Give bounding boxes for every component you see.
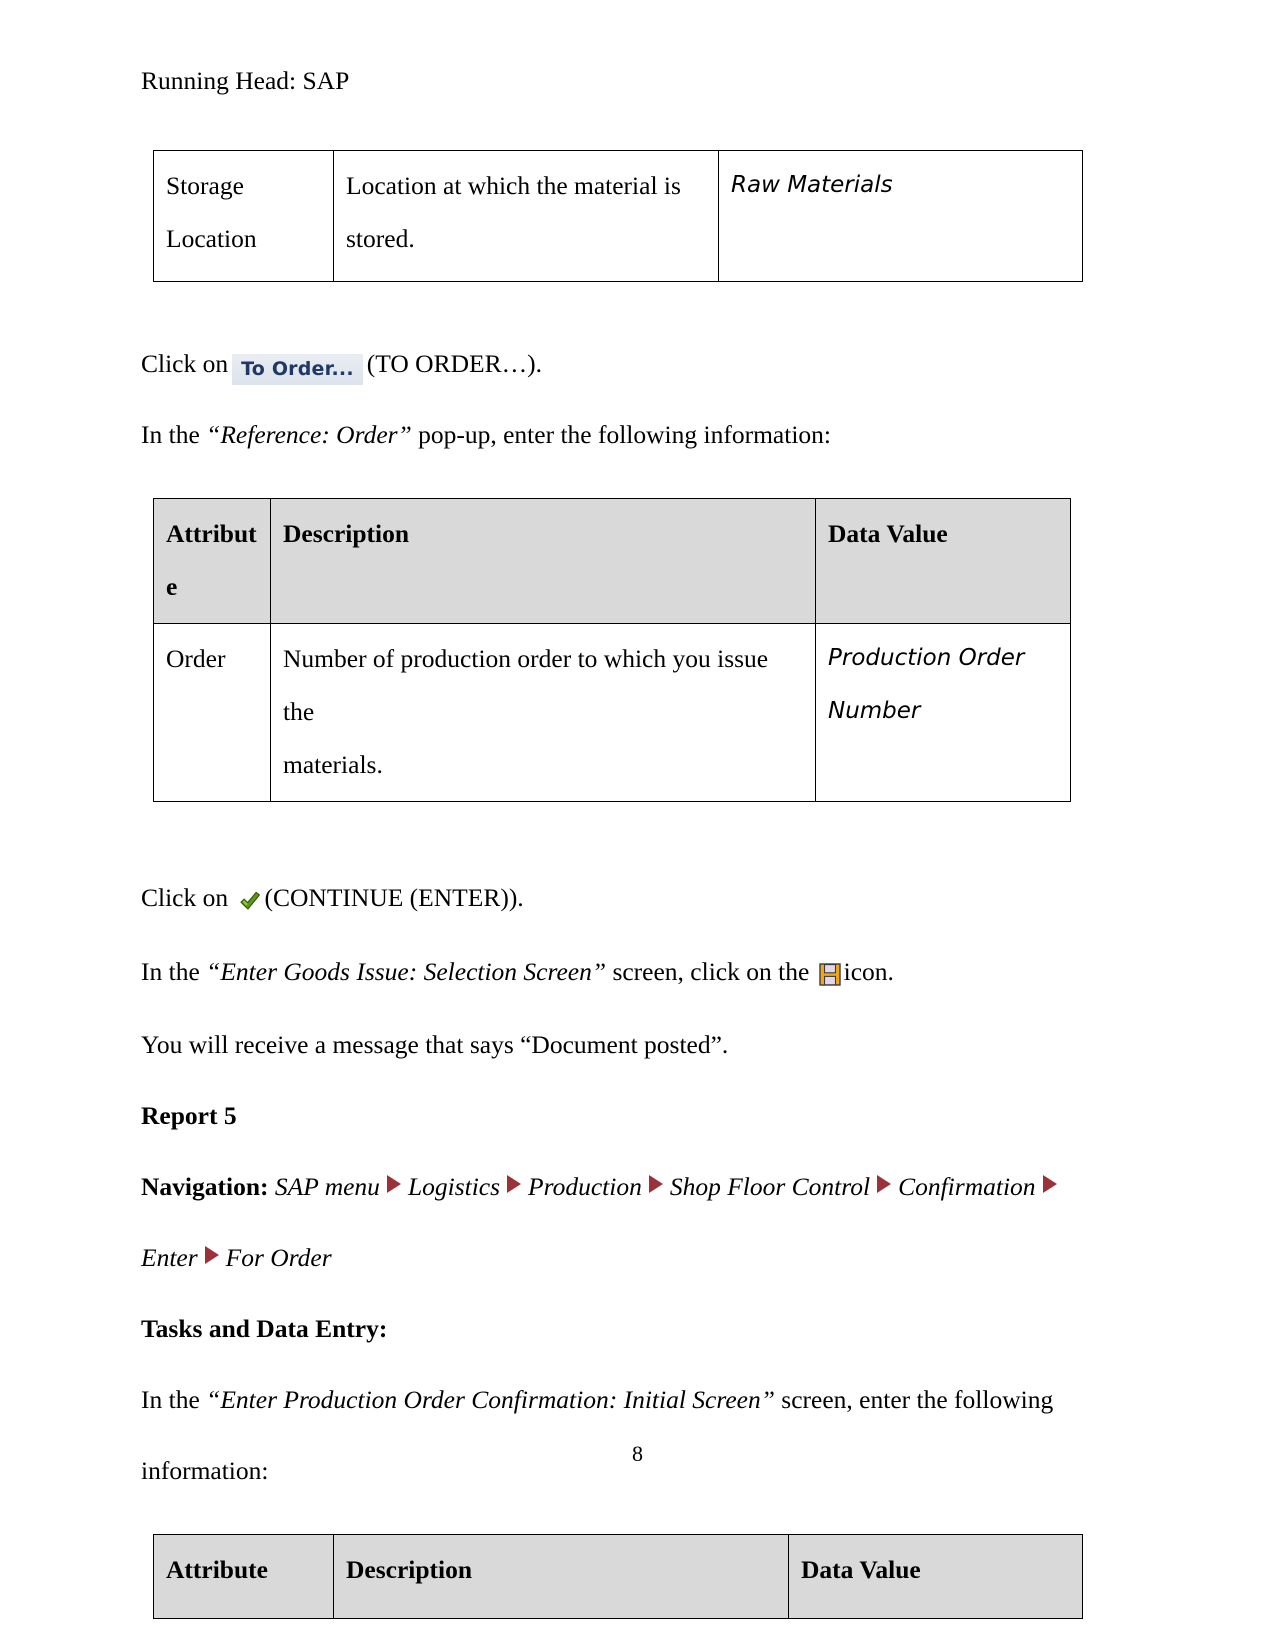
confirmation-intro-quoted: “Enter Production Order Confirmation: In…	[206, 1385, 775, 1415]
navigation-label: Navigation:	[141, 1172, 269, 1202]
nav-arrow-icon	[648, 1175, 663, 1194]
description-line-2: stored.	[346, 224, 415, 253]
document-posted-paragraph: You will receive a message that says “Do…	[141, 1030, 729, 1060]
intro-quoted: “Reference: Order”	[206, 420, 412, 449]
description-line-1: Number of production order to which you …	[283, 644, 769, 726]
navigation-paragraph: Navigation: SAP menu Logistics Production S…	[141, 1151, 1081, 1293]
header-description: Description	[270, 498, 816, 624]
data-value-text: Raw Materials	[731, 172, 893, 198]
reference-order-table: Attribut e Description Data Value Order …	[153, 498, 1071, 802]
description-line-2: materials.	[283, 750, 383, 779]
click-continue-prefix: Click on	[141, 883, 229, 912]
nav-arrow-icon	[204, 1246, 219, 1265]
data-value-line-1: Production Order	[828, 645, 1025, 671]
nav-arrow-icon	[507, 1175, 522, 1194]
storage-location-table: Storage Location Location at which the m…	[153, 150, 1083, 282]
click-to-order-suffix: (TO ORDER…).	[366, 349, 542, 378]
intro-lead: In the	[141, 420, 200, 449]
click-to-order-paragraph: Click on To Order... (TO ORDER…).	[141, 328, 1081, 399]
header-description: Description	[333, 1534, 789, 1620]
header-data-value: Data Value	[815, 498, 1071, 624]
goods-issue-lead: In the	[141, 956, 200, 986]
cell-description: Location at which the material is stored…	[333, 150, 719, 282]
header-attribute: Attribute	[153, 1534, 334, 1620]
table-header-row: Attribut e Description Data Value	[153, 498, 1071, 624]
header-data-value: Data Value	[788, 1534, 1083, 1620]
green-check-icon[interactable]	[235, 865, 265, 936]
table-row: Order Number of production order to whic…	[153, 623, 1071, 802]
page-number: 8	[632, 1441, 643, 1466]
goods-issue-middle: screen, click on the	[612, 956, 810, 986]
click-continue-paragraph: Click on (CONTINUE (ENTER)).	[141, 862, 1081, 936]
header-attribute: Attribut e	[153, 498, 271, 624]
nav-step-enter: Enter	[141, 1243, 198, 1273]
header-attribute-line-2: e	[166, 572, 178, 601]
document-page: Running Head: SAP Storage Location Locat…	[0, 0, 1275, 1650]
to-order-button[interactable]: To Order...	[232, 354, 363, 385]
report-heading: Report 5	[141, 1101, 237, 1131]
nav-step-sap-menu: SAP menu	[274, 1172, 380, 1202]
tasks-heading: Tasks and Data Entry:	[141, 1314, 388, 1344]
table-header-row: Attribute Description Data Value	[153, 1534, 1083, 1620]
nav-step-shop-floor-control: Shop Floor Control	[669, 1172, 871, 1202]
cell-attribute: Storage Location	[153, 150, 334, 282]
confirmation-table: Attribute Description Data Value	[153, 1534, 1083, 1620]
header-attribute-line-1: Attribut	[166, 519, 257, 548]
confirmation-intro-tail: screen, enter the following	[781, 1385, 1054, 1415]
description-line-1: Location at which the material is	[346, 171, 681, 200]
confirmation-intro-paragraph: In the “Enter Production Order Confirmat…	[141, 1364, 1081, 1506]
cell-attribute: Order	[153, 623, 271, 802]
cell-data-value: Raw Materials	[718, 150, 1083, 282]
save-floppy-icon[interactable]	[816, 938, 844, 1009]
cell-data-value: Production Order Number	[815, 623, 1071, 802]
table-row: Storage Location Location at which the m…	[153, 150, 1083, 282]
nav-step-logistics: Logistics	[407, 1172, 501, 1202]
running-head: Running Head: SAP	[141, 66, 350, 95]
goods-issue-quoted: “Enter Goods Issue: Selection Screen”	[206, 956, 607, 986]
click-continue-suffix: (CONTINUE (ENTER)).	[264, 883, 524, 912]
nav-arrow-icon	[386, 1175, 401, 1194]
nav-step-production: Production	[528, 1172, 642, 1202]
confirmation-intro-lead: In the	[141, 1385, 200, 1415]
cell-description: Number of production order to which you …	[270, 623, 816, 802]
nav-step-confirmation: Confirmation	[898, 1172, 1036, 1202]
nav-step-for-order: For Order	[225, 1243, 332, 1273]
intro-tail: pop-up, enter the following information:	[418, 420, 831, 449]
attribute-line-2: Location	[166, 224, 257, 253]
page-content: Running Head: SAP Storage Location Locat…	[141, 66, 1083, 1620]
click-to-order-prefix: Click on	[141, 349, 229, 378]
reference-order-intro: In the “Reference: Order” pop-up, enter …	[141, 399, 1081, 470]
nav-arrow-icon	[1042, 1175, 1057, 1194]
nav-arrow-icon	[877, 1175, 892, 1194]
attribute-line-1: Storage	[166, 171, 244, 200]
goods-issue-tail: icon.	[843, 956, 894, 986]
goods-issue-paragraph: In the “Enter Goods Issue: Selection Scr…	[141, 936, 1081, 1010]
data-value-line-2: Number	[828, 698, 921, 724]
